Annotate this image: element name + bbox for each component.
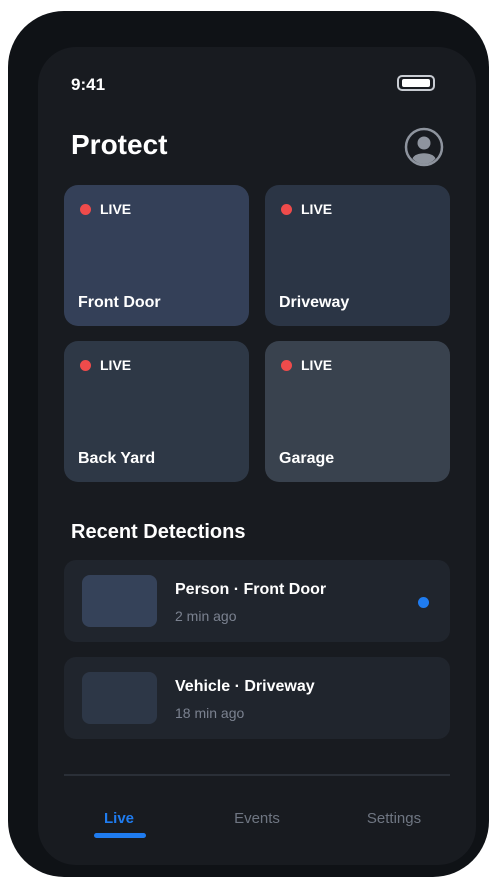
live-indicator: LIVE bbox=[281, 357, 332, 373]
camera-tile-garage[interactable]: LIVE Garage bbox=[265, 341, 450, 482]
tab-settings[interactable]: Settings bbox=[334, 810, 454, 827]
live-label: LIVE bbox=[100, 201, 132, 217]
phone-frame: 9:41 Protect LIVE Front Door LIVE Drivew… bbox=[8, 11, 489, 877]
detection-title: Vehicle · Driveway bbox=[175, 678, 315, 695]
app-screen: 9:41 Protect LIVE Front Door LIVE Drivew… bbox=[38, 47, 476, 865]
live-indicator: LIVE bbox=[80, 201, 131, 217]
tab-bar-divider bbox=[64, 774, 450, 776]
page-title: Protect bbox=[71, 129, 168, 160]
live-indicator: LIVE bbox=[80, 357, 131, 373]
camera-tile-driveway[interactable]: LIVE Driveway bbox=[265, 185, 450, 326]
section-title-recent-detections: Recent Detections bbox=[71, 521, 246, 543]
camera-name: Driveway bbox=[279, 294, 350, 311]
detection-thumbnail bbox=[82, 575, 157, 627]
detection-thumbnail bbox=[82, 672, 157, 724]
unread-dot-icon bbox=[418, 597, 429, 608]
detection-time: 18 min ago bbox=[175, 705, 245, 721]
tab-events[interactable]: Events bbox=[197, 810, 317, 827]
live-label: LIVE bbox=[301, 201, 333, 217]
live-label: LIVE bbox=[100, 357, 132, 373]
live-dot-icon bbox=[80, 203, 91, 215]
live-dot-icon bbox=[281, 203, 292, 215]
camera-tile-back-yard[interactable]: LIVE Back Yard bbox=[64, 341, 249, 482]
detection-time: 2 min ago bbox=[175, 608, 237, 624]
detection-item[interactable]: Vehicle · Driveway 18 min ago bbox=[64, 657, 450, 739]
camera-name: Back Yard bbox=[78, 450, 156, 467]
live-label: LIVE bbox=[301, 357, 333, 373]
detection-title: Person · Front Door bbox=[175, 581, 327, 598]
tab-live[interactable]: Live bbox=[59, 810, 179, 827]
camera-name: Garage bbox=[279, 450, 335, 467]
battery-icon bbox=[397, 75, 435, 91]
user-circle-icon[interactable] bbox=[404, 127, 444, 167]
live-dot-icon bbox=[281, 359, 292, 371]
live-indicator: LIVE bbox=[281, 201, 332, 217]
camera-name: Front Door bbox=[78, 294, 161, 311]
active-tab-indicator bbox=[94, 833, 146, 838]
camera-tile-front-door[interactable]: LIVE Front Door bbox=[64, 185, 249, 326]
detection-item[interactable]: Person · Front Door 2 min ago bbox=[64, 560, 450, 642]
status-time: 9:41 bbox=[71, 75, 106, 94]
live-dot-icon bbox=[80, 359, 91, 371]
